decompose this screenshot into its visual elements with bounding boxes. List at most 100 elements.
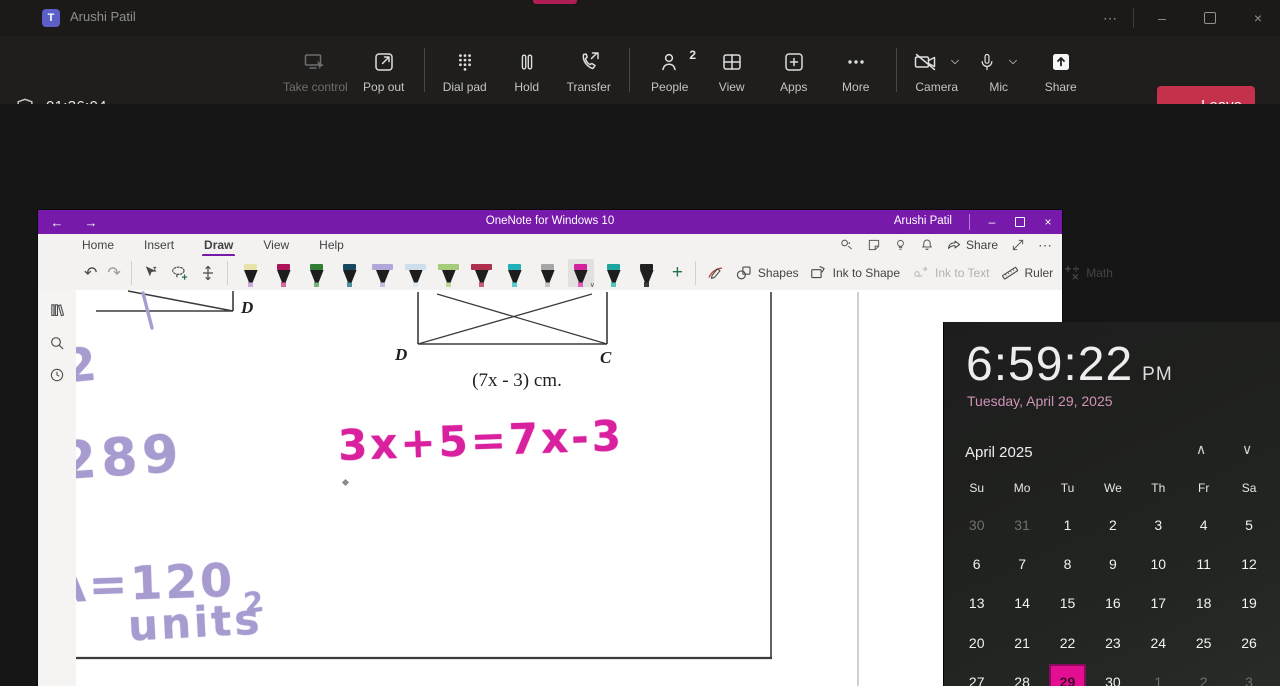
lasso-select-icon[interactable] [170, 264, 189, 282]
green-pen[interactable] [304, 259, 330, 287]
calendar-day[interactable]: 30 [954, 505, 999, 544]
calendar-prev-icon[interactable]: ∧ [1196, 442, 1206, 458]
calendar-day[interactable]: 3 [1136, 505, 1181, 544]
calendar-day[interactable]: 29 [1045, 663, 1090, 686]
calendar-day[interactable]: 5 [1226, 505, 1271, 544]
red-highlighter[interactable] [469, 259, 495, 287]
calendar-day[interactable]: 4 [1181, 505, 1226, 544]
fullscreen-icon[interactable] [1011, 238, 1025, 252]
minimize-button[interactable]: – [1140, 0, 1184, 36]
navy-pen[interactable] [337, 259, 363, 287]
titlebar-more-button[interactable]: ⋯ [1088, 0, 1132, 36]
calendar-day[interactable]: 6 [954, 544, 999, 583]
calendar-day[interactable]: 1 [1045, 505, 1090, 544]
calendar-day[interactable]: 26 [1226, 623, 1271, 662]
ink-replay-icon[interactable] [706, 264, 725, 282]
recent-notes-icon[interactable] [49, 367, 65, 383]
camera-button[interactable]: Camera [906, 36, 968, 104]
notebooks-icon[interactable] [49, 302, 66, 319]
chevron-down-icon[interactable]: ∨ [590, 281, 595, 289]
calendar-day[interactable]: 11 [1181, 544, 1226, 583]
calendar-day[interactable]: 2 [1090, 505, 1135, 544]
calendar-day[interactable]: 17 [1136, 584, 1181, 623]
calendar-month-label[interactable]: April 2025 [965, 444, 1033, 461]
calendar-day[interactable]: 23 [1090, 623, 1135, 662]
calendar-day[interactable]: 25 [1181, 623, 1226, 662]
close-button[interactable]: × [1236, 0, 1280, 36]
more-button[interactable]: More [825, 36, 887, 104]
calendar-day[interactable]: 12 [1226, 544, 1271, 583]
sticky-note-icon[interactable] [867, 238, 881, 252]
share-button[interactable]: Share [1030, 36, 1092, 104]
calendar-day[interactable]: 21 [999, 623, 1044, 662]
purple-highlighter[interactable] [370, 259, 396, 287]
teal-pen[interactable] [502, 259, 528, 287]
black-pen[interactable] [634, 259, 660, 287]
calendar-day[interactable]: 22 [1045, 623, 1090, 662]
onenote-close-button[interactable]: × [1034, 210, 1062, 234]
green-highlighter[interactable] [436, 259, 462, 287]
calendar-day[interactable]: 2 [1181, 663, 1226, 686]
menu-tab-insert[interactable]: Insert [142, 235, 176, 255]
more-icon[interactable]: ⋯ [1038, 237, 1052, 254]
eraser-pen[interactable] [238, 259, 264, 287]
mic-button[interactable]: Mic [968, 36, 1030, 104]
calendar-day[interactable]: 30 [1090, 663, 1135, 686]
calendar-day[interactable]: 13 [954, 584, 999, 623]
calendar-day[interactable]: 9 [1090, 544, 1135, 583]
calendar-day[interactable]: 28 [999, 663, 1044, 686]
menu-tab-help[interactable]: Help [317, 235, 346, 255]
search-icon[interactable] [49, 335, 65, 351]
dial-pad-button[interactable]: Dial pad [434, 36, 496, 104]
calendar-day[interactable]: 27 [954, 663, 999, 686]
calendar-day[interactable]: 14 [999, 584, 1044, 623]
calendar-day[interactable]: 19 [1226, 584, 1271, 623]
calendar-day[interactable]: 1 [1136, 663, 1181, 686]
redo-button[interactable]: ↷ [107, 265, 120, 281]
take-control-button[interactable]: Take control [278, 36, 353, 104]
menu-tab-draw[interactable]: Draw [202, 235, 235, 255]
onenote-restore-button[interactable] [1006, 210, 1034, 234]
apps-button[interactable]: Apps [763, 36, 825, 104]
math-button[interactable]: Math [1063, 264, 1113, 282]
calendar-day[interactable]: 18 [1181, 584, 1226, 623]
undo-button[interactable]: ↶ [84, 265, 97, 281]
onenote-minimize-button[interactable]: – [978, 210, 1006, 234]
teal-pen-2[interactable] [601, 259, 627, 287]
calendar-day[interactable]: 3 [1226, 663, 1271, 686]
people-button[interactable]: 2People [639, 36, 701, 104]
calendar-day[interactable]: 7 [999, 544, 1044, 583]
calendar-day[interactable]: 31 [999, 505, 1044, 544]
chevron-down-icon[interactable] [948, 55, 962, 69]
presenter-icon[interactable] [839, 238, 854, 253]
calendar-next-icon[interactable]: ∨ [1242, 442, 1252, 458]
silver-pen[interactable] [535, 259, 561, 287]
menu-tab-home[interactable]: Home [80, 235, 116, 255]
restore-button[interactable] [1188, 0, 1232, 36]
menu-tab-view[interactable]: View [261, 235, 291, 255]
lightbulb-icon[interactable] [894, 238, 907, 252]
blue-highlighter[interactable] [403, 259, 429, 287]
onenote-share-button[interactable]: Share [947, 238, 998, 253]
select-tool-icon[interactable] [142, 264, 160, 282]
pop-out-button[interactable]: Pop out [353, 36, 415, 104]
calendar-day[interactable]: 16 [1090, 584, 1135, 623]
calendar-day[interactable]: 10 [1136, 544, 1181, 583]
calendar-day[interactable]: 20 [954, 623, 999, 662]
add-pen-button[interactable]: + [672, 263, 683, 282]
ruler-button[interactable]: Ruler [1000, 264, 1054, 282]
notifications-icon[interactable] [920, 238, 934, 252]
dark-pink-pen[interactable] [271, 259, 297, 287]
move-tool-icon[interactable] [199, 264, 217, 282]
calendar-day[interactable]: 24 [1136, 623, 1181, 662]
view-button[interactable]: View [701, 36, 763, 104]
calendar-day[interactable]: 8 [1045, 544, 1090, 583]
ink-to-shape-button[interactable]: Ink to Shape [809, 264, 900, 282]
hold-button[interactable]: Hold [496, 36, 558, 104]
magenta-pen[interactable]: ∨ [568, 259, 594, 287]
transfer-button[interactable]: Transfer [558, 36, 620, 104]
calendar-day[interactable]: 15 [1045, 584, 1090, 623]
shapes-button[interactable]: Shapes [735, 264, 799, 282]
chevron-down-icon[interactable] [1006, 55, 1020, 69]
page-canvas[interactable]: D D C (7x - 3) cm. E + 8x) in. (16x + 3 … [76, 290, 1062, 686]
